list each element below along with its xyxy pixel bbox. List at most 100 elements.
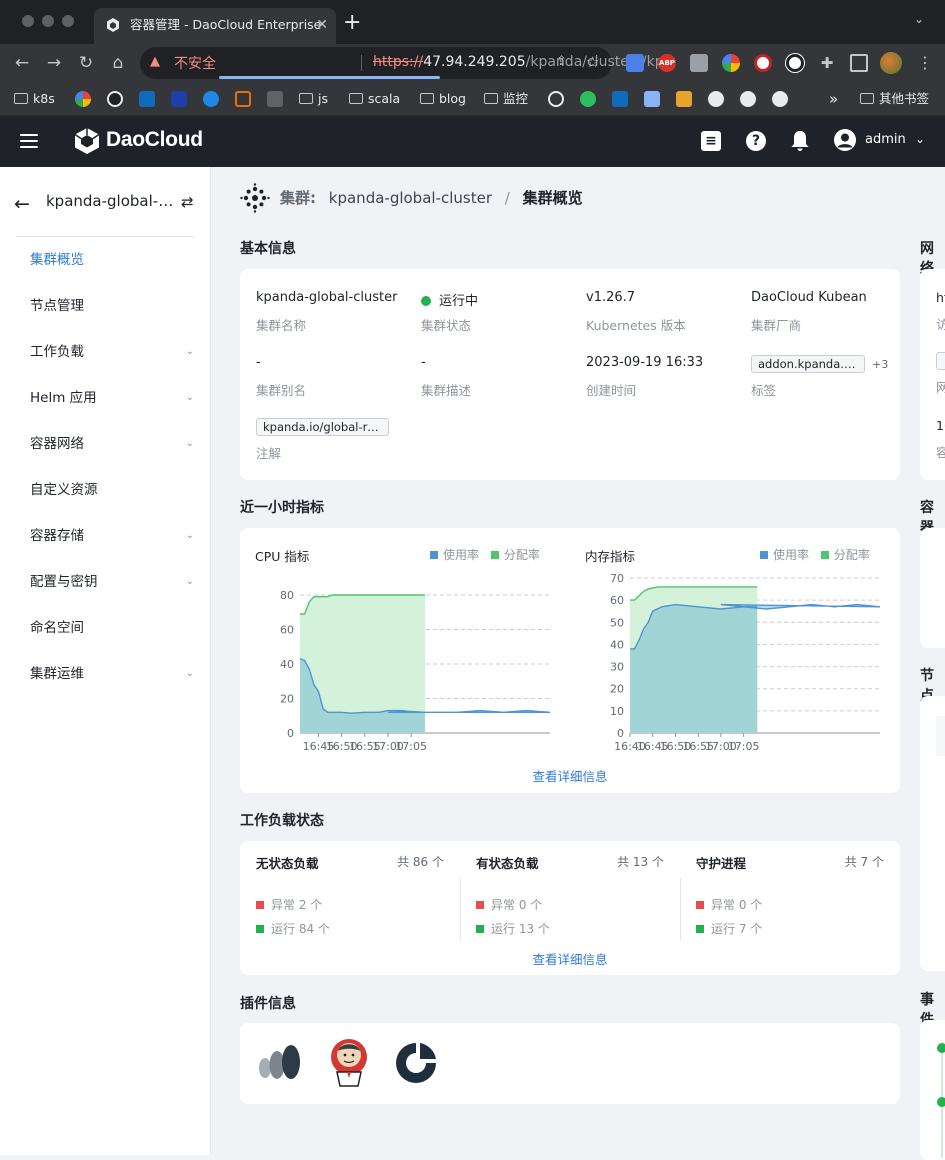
outlook-bookmark-icon[interactable] (139, 91, 155, 107)
breadcrumb-cluster-link[interactable]: kpanda-global-cluster (329, 189, 492, 207)
extensions-puzzle-icon[interactable]: ✚ (818, 54, 836, 72)
adblock-extension-icon[interactable]: ABP (658, 54, 676, 72)
back-icon[interactable]: ← (12, 53, 32, 73)
globe-bookmark-icon[interactable] (708, 91, 724, 107)
legend-allocated-label[interactable]: 分配率 (834, 548, 870, 562)
sidepanel-icon[interactable] (850, 54, 868, 72)
bookmark-icon-1[interactable] (107, 91, 123, 107)
block-extension-icon[interactable] (754, 54, 772, 72)
jenkins-icon[interactable] (328, 1036, 370, 1088)
workload-running-count: 运行 84 个 (271, 922, 330, 936)
window-minimize-button[interactable] (42, 15, 54, 27)
username[interactable]: admin (865, 132, 906, 147)
switch-cluster-icon[interactable]: ⇄ (181, 193, 194, 211)
globe-bookmark-icon-3[interactable] (772, 91, 788, 107)
sidebar-item[interactable]: 容器网络 ⌄ (30, 433, 200, 455)
chevron-down-icon[interactable]: ⌄ (915, 132, 925, 146)
workload-running-count: 运行 7 个 (711, 922, 763, 936)
sidebar-item[interactable]: 命名空间 (30, 617, 200, 639)
chevron-down-icon: ⌄ (185, 576, 194, 587)
sidebar-item[interactable]: 自定义资源 (30, 479, 200, 501)
disable-extension-icon[interactable] (786, 54, 804, 72)
warning-icon: ▲ (150, 54, 160, 69)
metrics-detail-link[interactable]: 查看详细信息 (240, 766, 900, 785)
share-icon[interactable]: ⇪ (556, 54, 567, 69)
cpu-area-chart[interactable]: 02040608016:4516:5016:5517:0017:05 (240, 564, 570, 764)
sidebar-item-label: 容器存储 (30, 528, 84, 544)
bookmark-icon-7[interactable] (676, 91, 692, 107)
network-card: ht 访 网 16 容 (920, 269, 945, 480)
back-arrow-icon[interactable]: ← (14, 193, 30, 215)
legend-usage-label[interactable]: 使用率 (773, 548, 809, 562)
sidebar-item[interactable]: 节点管理 (30, 295, 200, 317)
sidebar-item[interactable]: 集群概览 (30, 249, 200, 271)
translate-extension-icon[interactable] (626, 54, 644, 72)
chrome-extension-icon[interactable] (722, 54, 740, 72)
workload-running-row: 运行 7 个 (696, 920, 762, 937)
legend-allocated-label[interactable]: 分配率 (504, 548, 540, 562)
legend-usage-label[interactable]: 使用率 (443, 548, 479, 562)
tab-search-chevron-icon[interactable]: ⌄ (914, 12, 924, 26)
browser-menu-icon[interactable]: ⋮ (916, 54, 934, 72)
workload-abnormal-count: 异常 0 个 (491, 898, 543, 912)
loading-progress-bar (219, 76, 440, 79)
y-tick-label: 10 (610, 705, 624, 718)
other-bookmarks-folder[interactable]: 其他书签 (860, 90, 929, 108)
memory-area-chart[interactable]: 01020304050607016:4016:4516:5016:5517:00… (570, 564, 900, 764)
bookmark-star-icon[interactable]: ☆ (586, 53, 599, 71)
insight-icon[interactable] (256, 1043, 306, 1083)
reader-extension-icon[interactable] (690, 54, 708, 72)
memory-chart-title: 内存指标 (585, 549, 636, 564)
menu-toggle-icon[interactable] (20, 134, 38, 148)
sidebar-item[interactable]: 配置与密钥 ⌄ (30, 571, 200, 593)
globe-bookmark-icon-2[interactable] (740, 91, 756, 107)
label-tag[interactable]: addon.kpanda.io... (751, 355, 865, 373)
legend-allocated-swatch (820, 551, 829, 559)
bookmark-icon-3[interactable] (203, 91, 219, 107)
evernote-bookmark-icon[interactable] (580, 91, 596, 107)
bookmark-icon-5[interactable] (267, 91, 283, 107)
user-avatar[interactable] (834, 129, 856, 151)
sidebar-item[interactable]: 集群运维 ⌄ (30, 663, 200, 685)
tab-close-icon[interactable]: ✕ (316, 8, 328, 42)
label-more-count[interactable]: +3 (872, 358, 888, 371)
window-close-button[interactable] (22, 15, 34, 27)
workloads-detail-link[interactable]: 查看详细信息 (240, 949, 900, 968)
workload-running-row: 运行 84 个 (256, 920, 330, 937)
bookmark-icon-4[interactable] (235, 91, 251, 107)
bell-icon[interactable] (790, 130, 810, 152)
sidebar-item-label: 工作负载 (30, 344, 84, 360)
bookmark-folder-monitor[interactable]: 监控 (484, 90, 528, 108)
message-icon[interactable]: ≡ (701, 131, 721, 151)
sidebar-item[interactable]: 容器存储 ⌄ (30, 525, 200, 547)
sidebar-item[interactable]: 工作负载 ⌄ (30, 341, 200, 363)
bookmark-folder-k8s[interactable]: k8s (14, 90, 55, 108)
sidebar-item[interactable]: Helm 应用 ⌄ (30, 387, 200, 409)
home-icon[interactable]: ⌂ (108, 53, 128, 73)
plugin-ring-icon[interactable] (393, 1040, 439, 1086)
annotation-tag[interactable]: kpanda.io/global-rol... (256, 418, 389, 436)
address-bar[interactable]: ▲ 不安全 https://47.94.249.205/kpanda/clust… (140, 47, 675, 79)
outlook-bookmark-icon-2[interactable] (612, 91, 628, 107)
google-bookmark-icon[interactable] (75, 91, 91, 107)
app-header: DaoCloud ≡ ? admin ⌄ (0, 116, 945, 167)
reload-icon[interactable]: ↻ (76, 53, 96, 73)
container-card (920, 528, 945, 648)
bookmarks-overflow-icon[interactable]: » (829, 90, 838, 108)
window-zoom-button[interactable] (62, 15, 74, 27)
profile-avatar[interactable] (880, 52, 902, 74)
bookmark-folder-blog[interactable]: blog (420, 90, 466, 108)
bookmark-icon-2[interactable] (171, 91, 187, 107)
forward-icon[interactable]: → (44, 53, 64, 73)
bookmark-folder-scala[interactable]: scala (349, 90, 400, 108)
workload-abnormal-row: 异常 2 个 (256, 896, 322, 913)
y-tick-label: 20 (280, 693, 294, 706)
breadcrumb: 集群: kpanda-global-cluster / 集群概览 (280, 187, 583, 208)
new-tab-button[interactable]: + (343, 10, 361, 36)
eye-bookmark-icon[interactable] (548, 91, 564, 107)
bookmark-folder-js[interactable]: js (299, 90, 328, 108)
browser-tab[interactable]: 容器管理 - DaoCloud Enterprise ✕ (94, 8, 336, 44)
workload-group-total: 共 7 个 (844, 855, 884, 869)
help-icon[interactable]: ? (746, 131, 766, 151)
bookmark-icon-6[interactable] (644, 91, 660, 107)
